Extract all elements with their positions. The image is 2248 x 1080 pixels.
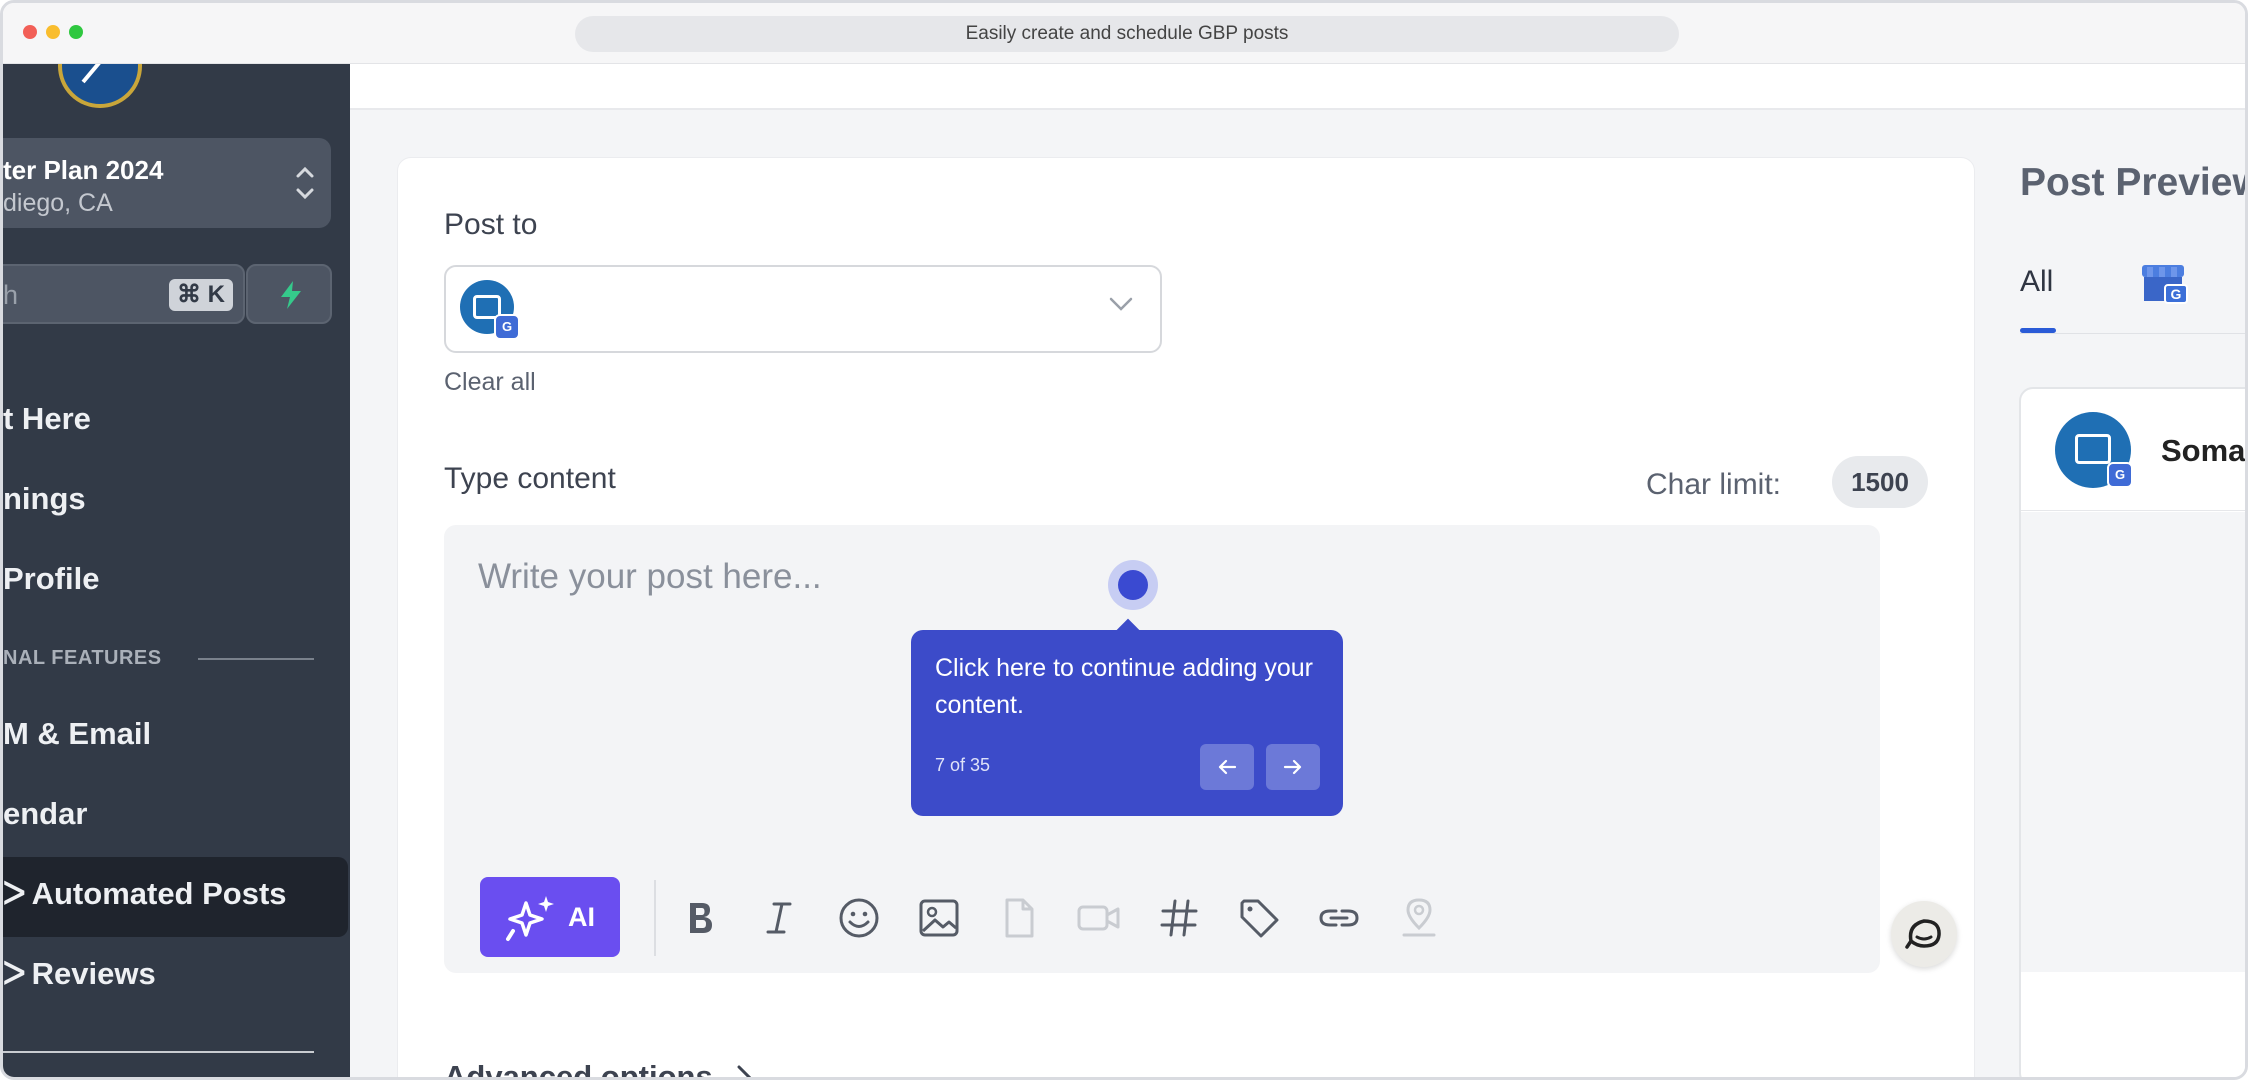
clear-all-link[interactable]: Clear all <box>444 368 536 397</box>
emoji-icon[interactable] <box>836 895 882 941</box>
sidebar-item-automated-posts[interactable]: ᐳ Automated Posts <box>3 876 287 912</box>
ai-label: AI <box>568 902 595 932</box>
file-icon[interactable] <box>996 895 1042 941</box>
char-limit-badge: 1500 <box>1832 456 1928 508</box>
store-icon <box>2075 434 2111 464</box>
sidebar-item-profile[interactable]: Profile <box>3 561 99 597</box>
location-name: ter Plan 2024 <box>3 155 164 185</box>
sidebar-search[interactable]: h ⌘ K <box>3 264 245 324</box>
hashtag-icon[interactable] <box>1156 895 1202 941</box>
chevron-right-icon <box>737 1065 752 1077</box>
guided-tour-tooltip: Click here to continue adding your conte… <box>911 630 1343 816</box>
toolbar-divider <box>654 880 656 956</box>
ai-assist-button[interactable]: AI <box>480 877 620 957</box>
video-icon[interactable] <box>1076 895 1122 941</box>
advanced-options-label: Advanced options <box>444 1059 713 1080</box>
post-preview-title: Post Preview <box>2020 161 2248 204</box>
tab-google-business-icon[interactable]: G <box>2139 261 2189 305</box>
preview-card-body <box>2021 512 2245 972</box>
location-icon[interactable] <box>1396 895 1442 941</box>
bold-icon[interactable] <box>676 895 722 941</box>
post-composer-card: Post to G Clear all Type content Char li… <box>397 157 1975 1080</box>
sidebar-item-reviews[interactable]: ᐳ Reviews <box>3 956 156 992</box>
location-city: diego, CA <box>3 189 113 217</box>
sidebar-item-start-here[interactable]: t Here <box>3 401 91 437</box>
sidebar-item-sms-email[interactable]: M & Email <box>3 716 151 752</box>
tour-hotspot[interactable] <box>1108 560 1158 610</box>
sidebar: ter Plan 2024 diego, CA h ⌘ K t Here nin… <box>3 64 350 1077</box>
bolt-icon <box>281 281 301 309</box>
title-bar: Easily create and schedule GBP posts <box>3 3 2245 64</box>
type-content-label: Type content <box>444 462 616 495</box>
sparkle-icon <box>506 896 554 941</box>
tooltip-next-button[interactable] <box>1266 744 1320 790</box>
google-business-badge-icon: G <box>2107 462 2133 488</box>
location-switcher[interactable]: ter Plan 2024 diego, CA <box>3 138 331 228</box>
preview-card: G Somat <box>2019 387 2248 1077</box>
svg-text:G: G <box>2171 286 2182 302</box>
image-icon[interactable] <box>916 895 962 941</box>
advanced-options-toggle[interactable]: Advanced options <box>444 1059 755 1080</box>
italic-icon[interactable] <box>756 895 802 941</box>
sidebar-divider <box>3 1051 314 1053</box>
preview-business-avatar: G <box>2055 412 2133 488</box>
editor-placeholder: Write your post here... <box>478 557 822 596</box>
arrow-left-icon <box>1218 759 1237 775</box>
post-to-label: Post to <box>444 208 538 241</box>
tooltip-text: Click here to continue adding your conte… <box>935 654 1314 719</box>
tooltip-step-counter: 7 of 35 <box>935 755 991 775</box>
tag-icon[interactable] <box>1236 895 1282 941</box>
browser-window: Easily create and schedule GBP posts ter… <box>0 0 2248 1080</box>
close-window-button[interactable] <box>23 25 37 39</box>
shortcut-badge: ⌘ K <box>169 279 233 311</box>
preview-card-header: G Somat <box>2021 389 2248 511</box>
maximize-window-button[interactable] <box>69 25 83 39</box>
search-placeholder: h <box>3 280 19 310</box>
chat-support-button[interactable] <box>1891 901 1957 967</box>
chevron-updown-icon <box>295 164 315 205</box>
business-avatar: G <box>460 280 520 340</box>
sidebar-item-label: Reviews <box>31 956 156 991</box>
preview-business-name: Somat <box>2161 433 2248 468</box>
char-limit-label: Char limit: <box>1646 468 1782 501</box>
arrow-right-icon <box>1283 759 1302 775</box>
chat-icon <box>1905 919 1941 949</box>
chevron-down-icon <box>1109 297 1133 311</box>
link-icon[interactable] <box>1316 895 1362 941</box>
main-content: Post to G Clear all Type content Char li… <box>350 64 2245 1080</box>
sidebar-item-calendar[interactable]: endar <box>3 796 87 832</box>
brand-logo <box>58 64 142 108</box>
google-business-badge-icon: G <box>494 314 520 340</box>
sidebar-item-trainings[interactable]: nings <box>3 481 86 517</box>
quick-actions-button[interactable] <box>246 264 332 324</box>
address-bar[interactable]: Easily create and schedule GBP posts <box>575 16 1679 52</box>
tooltip-prev-button[interactable] <box>1200 744 1254 790</box>
post-to-select[interactable]: G <box>444 265 1162 353</box>
tab-all[interactable]: All <box>2020 265 2053 299</box>
minimize-window-button[interactable] <box>46 25 60 39</box>
top-header <box>350 64 2245 110</box>
section-divider <box>198 658 314 660</box>
sidebar-item-label: Automated Posts <box>31 876 287 911</box>
sidebar-section-label: NAL FEATURES <box>3 647 162 669</box>
tabs-divider <box>2020 333 2245 334</box>
